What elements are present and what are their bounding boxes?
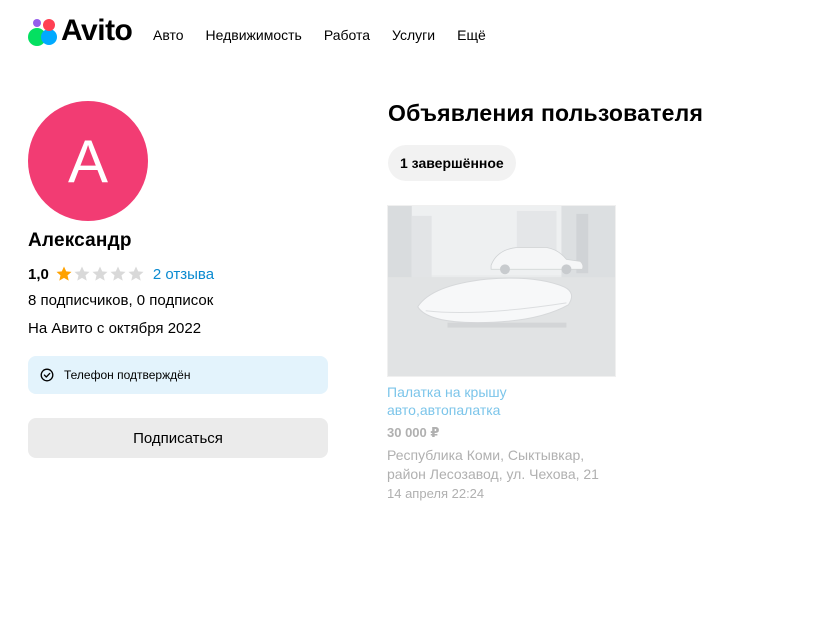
main-nav: Авто Недвижимость Работа Услуги Ещё xyxy=(153,26,508,44)
reviews-link[interactable]: 2 отзыва xyxy=(153,266,214,283)
phone-verified-text: Телефон подтверждён xyxy=(64,368,191,382)
avatar: A xyxy=(28,101,148,221)
avito-logo-dots-icon xyxy=(27,16,59,46)
tab-completed[interactable]: 1 завершённое xyxy=(388,145,516,181)
star-empty-icon xyxy=(128,266,144,281)
member-since: На Авито с октября 2022 xyxy=(28,320,202,337)
listing-photo[interactable] xyxy=(387,205,616,377)
subscriptions-count: 8 подписчиков, 0 подписок xyxy=(28,292,214,309)
star-filled-icon xyxy=(56,266,72,281)
subscribe-button[interactable]: Подписаться xyxy=(28,418,328,458)
nav-item-services[interactable]: Услуги xyxy=(392,26,435,44)
nav-item-auto[interactable]: Авто xyxy=(153,26,184,44)
star-empty-icon xyxy=(74,266,90,281)
rating-stars xyxy=(55,265,145,283)
listing-price: 30 000 ₽ xyxy=(387,425,440,440)
phone-verified-badge: Телефон подтверждён xyxy=(28,356,328,394)
check-circle-icon xyxy=(40,368,54,382)
avatar-letter: A xyxy=(67,127,109,195)
nav-item-realty[interactable]: Недвижимость xyxy=(206,26,302,44)
avito-logo[interactable]: Avito xyxy=(27,14,133,47)
star-empty-icon xyxy=(110,266,126,281)
listing-title[interactable]: Палатка на крышу авто,автопалатка xyxy=(387,383,587,419)
header: Avito Авто Недвижимость Работа Услуги Ещ… xyxy=(0,0,828,64)
nav-item-jobs[interactable]: Работа xyxy=(324,26,370,44)
user-name: Александр xyxy=(28,230,132,251)
rating-value: 1,0 xyxy=(28,265,49,283)
listing-address: Республика Коми, Сыктывкар, район Лесоза… xyxy=(387,447,599,482)
rating-row: 1,0 2 отзыва xyxy=(28,264,214,284)
listing-date: 14 апреля 22:24 xyxy=(387,486,485,501)
logo-text: Avito xyxy=(61,14,133,47)
star-empty-icon xyxy=(92,266,108,281)
listings-title: Объявления пользователя xyxy=(388,100,704,126)
listing-card[interactable]: Палатка на крышу авто,автопалатка 30 000… xyxy=(387,205,617,501)
nav-item-more[interactable]: Ещё xyxy=(457,26,486,44)
